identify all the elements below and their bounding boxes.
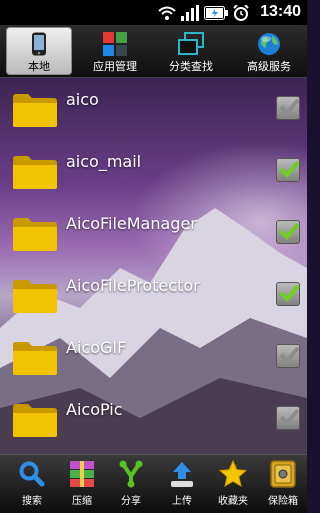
tab-category-search-label: 分类查找 — [169, 60, 213, 73]
folder-icon — [13, 342, 57, 375]
safe-button[interactable]: 保险箱 — [258, 459, 308, 511]
file-name: AicoPic — [66, 400, 123, 419]
file-name: aico — [66, 90, 99, 109]
tab-app-management-label: 应用管理 — [93, 60, 137, 73]
status-icons — [158, 4, 249, 22]
phone-icon — [31, 30, 47, 58]
tab-advanced-services-label: 高级服务 — [247, 60, 291, 73]
list-item[interactable]: AicoPic — [0, 388, 307, 450]
globe-icon — [257, 30, 281, 58]
battery-icon — [204, 6, 228, 20]
select-checkbox[interactable] — [276, 220, 300, 244]
tab-advanced-services[interactable]: 高级服务 — [236, 27, 302, 75]
select-checkbox[interactable] — [276, 344, 300, 368]
upload-icon — [169, 459, 195, 489]
folder-icon — [13, 156, 57, 189]
upload-label: 上传 — [172, 496, 192, 507]
select-checkbox[interactable] — [276, 406, 300, 430]
share-label: 分享 — [121, 496, 141, 507]
category-icon — [178, 30, 204, 58]
check-mark-icon — [279, 160, 300, 178]
favorites-button[interactable]: 收藏夹 — [208, 459, 258, 511]
search-label: 搜索 — [22, 496, 42, 507]
star-icon — [219, 459, 247, 489]
folder-icon — [13, 218, 57, 251]
file-name: AicoFileManager — [66, 214, 197, 233]
select-checkbox[interactable] — [276, 158, 300, 182]
alarm-icon — [233, 5, 249, 21]
file-name: AicoFileProtector — [66, 276, 200, 295]
folder-icon — [13, 94, 57, 127]
check-mark-icon — [279, 284, 300, 302]
list-item[interactable]: AicoFileProtector — [0, 264, 307, 326]
file-list[interactable]: aico aico_mail AicoFileManager AicoFileP… — [0, 78, 307, 454]
tab-local-label: 本地 — [28, 60, 50, 73]
status-bar: 13:40 — [0, 0, 307, 25]
safe-label: 保险箱 — [268, 496, 298, 507]
upload-button[interactable]: 上传 — [157, 459, 207, 511]
share-icon — [118, 459, 144, 489]
search-icon — [19, 459, 45, 489]
share-button[interactable]: 分享 — [106, 459, 156, 511]
compress-button[interactable]: 压缩 — [57, 459, 107, 511]
select-checkbox[interactable] — [276, 282, 300, 306]
check-mark-icon — [279, 222, 300, 240]
compress-icon — [69, 459, 95, 489]
list-item[interactable]: aico — [0, 78, 307, 140]
file-name: aico_mail — [66, 152, 142, 171]
search-button[interactable]: 搜索 — [7, 459, 57, 511]
list-item[interactable]: AicoGIF — [0, 326, 307, 388]
favorites-label: 收藏夹 — [218, 496, 248, 507]
check-mark-icon — [279, 98, 300, 116]
check-mark-icon — [279, 408, 300, 426]
select-checkbox[interactable] — [276, 96, 300, 120]
list-item[interactable]: aico_mail — [0, 140, 307, 202]
apps-grid-icon — [103, 30, 127, 58]
tab-local[interactable]: 本地 — [6, 27, 72, 75]
tab-category-search[interactable]: 分类查找 — [158, 27, 224, 75]
file-name: AicoGIF — [66, 338, 127, 357]
compress-label: 压缩 — [72, 496, 92, 507]
list-item[interactable]: AicoFileManager — [0, 202, 307, 264]
wifi-icon — [158, 6, 176, 20]
safe-icon — [270, 459, 296, 489]
check-mark-icon — [279, 346, 300, 364]
top-tab-bar: 本地 应用管理 分类查找 高级服务 — [0, 25, 307, 78]
bottom-toolbar: 搜索 压缩 分享 上传 收藏夹 保险箱 — [0, 454, 307, 513]
tab-app-management[interactable]: 应用管理 — [82, 27, 148, 75]
status-clock: 13:40 — [260, 3, 301, 20]
signal-icon — [181, 5, 199, 21]
folder-icon — [13, 404, 57, 437]
folder-icon — [13, 280, 57, 313]
